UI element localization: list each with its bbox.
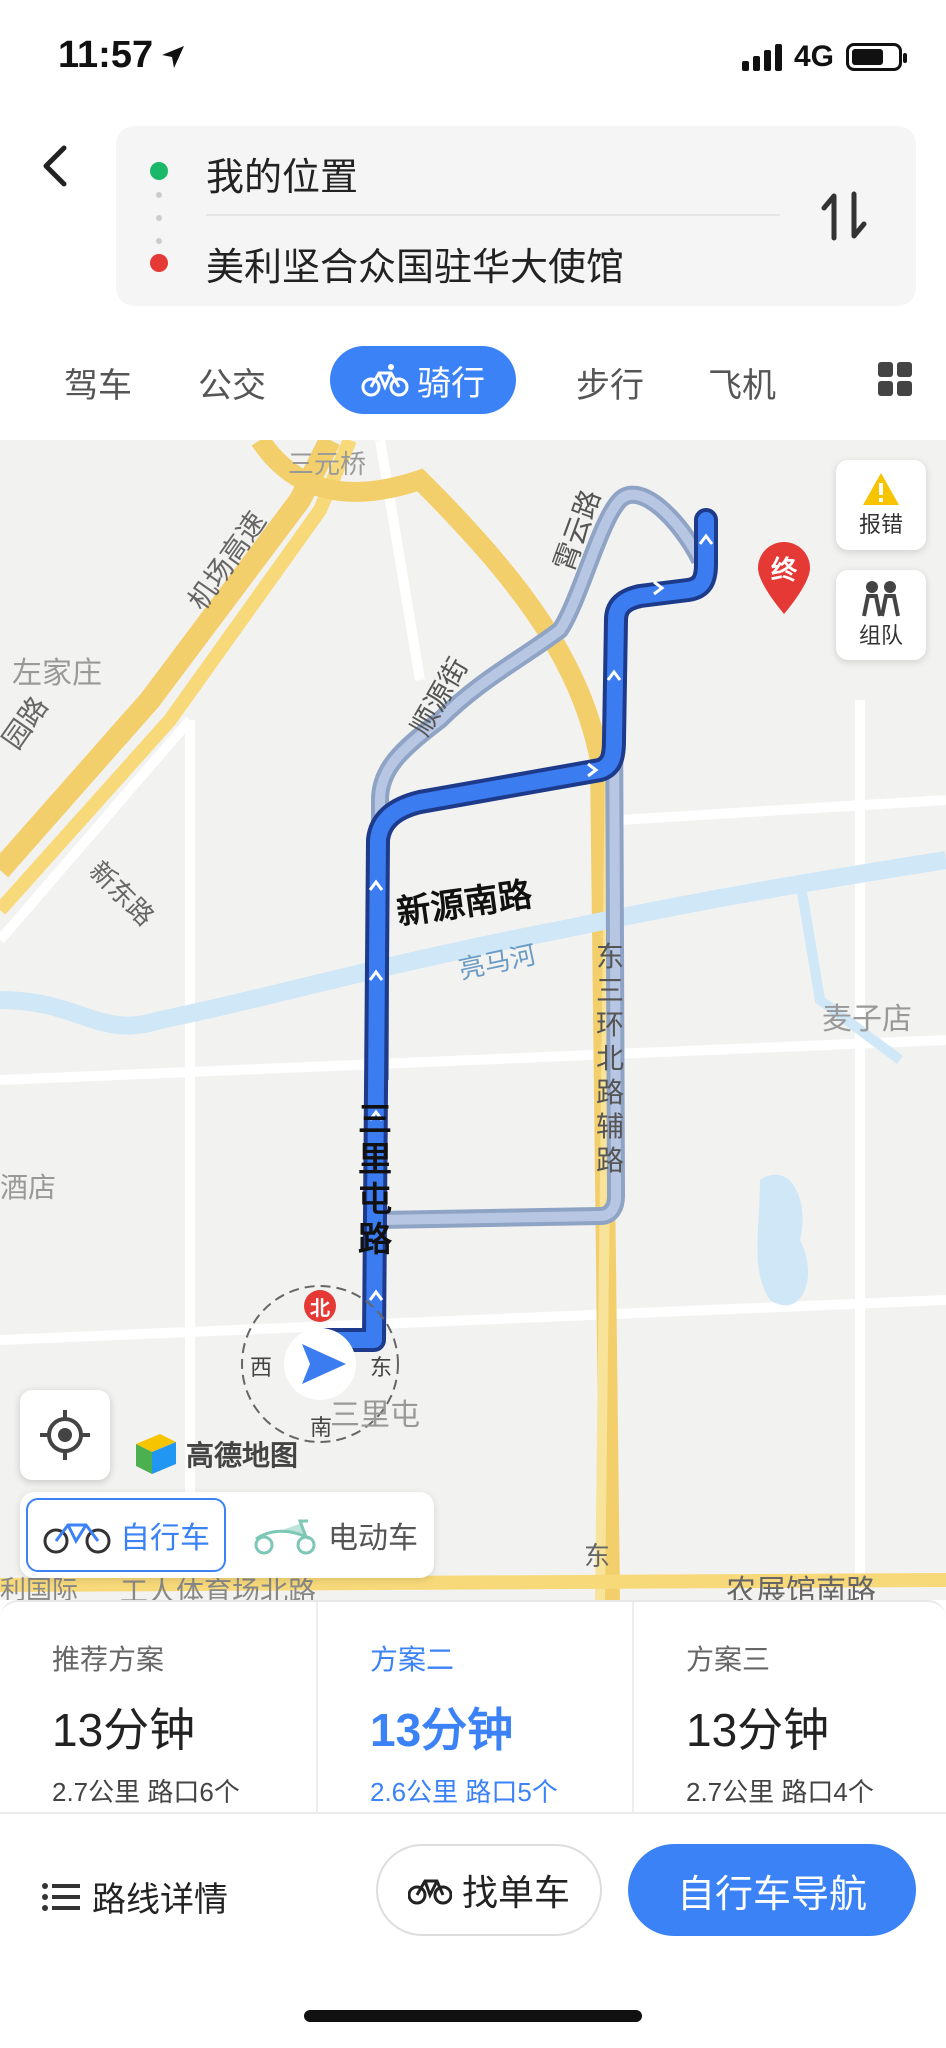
compass-north: 北 (310, 1298, 330, 1320)
compass-west: 西 (250, 1355, 273, 1380)
scooter-icon (254, 1519, 316, 1555)
locate-me-button[interactable] (20, 1390, 110, 1480)
back-button[interactable] (30, 136, 80, 196)
home-indicator (304, 2010, 642, 2022)
route-connector (156, 192, 162, 244)
location-arrow-icon (162, 46, 184, 68)
plan-three[interactable]: 方案三 13分钟 2.7公里 路口4个 (632, 1602, 946, 1812)
team-label: 组队 (858, 623, 903, 648)
chevron-left-icon (43, 145, 67, 187)
vehicle-bicycle-label: 自行车 (120, 1522, 210, 1555)
map-label: 东 (584, 1541, 611, 1571)
swap-arrows-icon (821, 191, 867, 241)
plan-label: 方案三 (686, 1644, 771, 1675)
vehicle-type-selector: 自行车 电动车 (20, 1492, 434, 1578)
amap-logo: 高德地图 (132, 1430, 298, 1478)
destination-field[interactable]: 美利坚合众国驻华大使馆 (206, 236, 624, 291)
plan-time: 13分钟 (686, 1704, 830, 1756)
end-dot-icon (150, 254, 168, 272)
amap-logo-icon (136, 1434, 176, 1474)
map-label: 农展馆南路 (726, 1575, 876, 1600)
destination-pin[interactable]: 终 (754, 540, 814, 616)
plan-time: 13分钟 (52, 1704, 196, 1756)
map-label: 三元桥 (288, 449, 367, 479)
plan-detail: 2.6公里 路口5个 (370, 1777, 558, 1807)
vehicle-ebike-label: 电动车 (328, 1522, 418, 1555)
tab-plane[interactable]: 飞机 (708, 358, 776, 407)
team-button[interactable]: 组队 (836, 570, 926, 660)
team-icon (862, 581, 900, 617)
route-details-label: 路线详情 (92, 1881, 228, 1919)
start-dot-icon (150, 162, 168, 180)
tab-walk[interactable]: 步行 (576, 358, 644, 407)
map-label: 左家庄 (12, 657, 102, 690)
crosshair-icon (40, 1410, 90, 1460)
plan-recommended[interactable]: 推荐方案 13分钟 2.7公里 路口6个 (0, 1602, 314, 1812)
list-icon (42, 1882, 80, 1911)
compass-south: 南 (310, 1415, 333, 1440)
plan-detail: 2.7公里 路口6个 (52, 1777, 240, 1807)
tab-drive[interactable]: 驾车 (64, 358, 132, 407)
map-label: 麦子店 (822, 1003, 912, 1036)
transport-mode-tabs: 驾车 公交 骑行 步行 飞机 (0, 338, 946, 424)
network-type: 4G (793, 40, 834, 73)
signal-icon (741, 43, 782, 71)
bicycle-icon (43, 1523, 111, 1554)
battery-icon (846, 43, 907, 71)
plan-detail: 2.7公里 路口4个 (686, 1777, 874, 1807)
vehicle-bicycle-option[interactable]: 自行车 (26, 1498, 226, 1572)
warning-icon (863, 473, 899, 505)
start-location-field[interactable]: 我的位置 (206, 146, 358, 201)
tab-ride-label: 骑行 (417, 364, 485, 403)
route-plans: 推荐方案 13分钟 2.7公里 路口6个 方案二 13分钟 2.6公里 路口5个… (0, 1600, 946, 1812)
map-label: 酒店 (0, 1172, 57, 1203)
report-error-button[interactable]: 报错 (836, 460, 926, 550)
compass-east: 东 (370, 1355, 393, 1380)
map-view[interactable]: 三元桥 机场高速 左家庄 园路 新东路 顺源街 霄云路 新源南路 亮马河 东三环… (0, 440, 946, 1600)
plan-label: 推荐方案 (52, 1644, 165, 1675)
bicycle-icon (407, 1879, 452, 1905)
amap-logo-text: 高德地图 (186, 1440, 299, 1471)
divider (206, 214, 780, 216)
find-bike-button[interactable]: 找单车 (376, 1844, 602, 1936)
plan-time: 13分钟 (370, 1704, 514, 1756)
end-marker-label: 终 (770, 555, 797, 585)
report-error-label: 报错 (858, 512, 903, 537)
map-label: 东三环北路辅路 (596, 941, 625, 1176)
map-label: 三里屯路 (358, 1101, 392, 1259)
find-bike-label: 找单车 (461, 1872, 570, 1913)
bicycle-icon (361, 364, 409, 397)
status-bar: 11:57 4G (0, 0, 946, 118)
plan-label: 方案二 (370, 1644, 455, 1675)
vehicle-ebike-option[interactable]: 电动车 (244, 1498, 424, 1572)
plan-two[interactable]: 方案二 13分钟 2.6公里 路口5个 (316, 1602, 630, 1812)
status-time: 11:57 (58, 34, 154, 76)
status-indicators: 4G (741, 40, 907, 74)
route-details-button[interactable]: 路线详情 (42, 1872, 228, 1921)
route-input-box: 我的位置 美利坚合众国驻华大使馆 (116, 126, 916, 306)
more-modes-icon[interactable] (878, 362, 912, 396)
tab-transit[interactable]: 公交 (198, 358, 266, 407)
map-label: 三里屯 (330, 1399, 420, 1432)
swap-button[interactable] (818, 186, 870, 246)
tab-ride[interactable]: 骑行 (330, 346, 516, 414)
start-navigation-button[interactable]: 自行车导航 (628, 1844, 916, 1936)
